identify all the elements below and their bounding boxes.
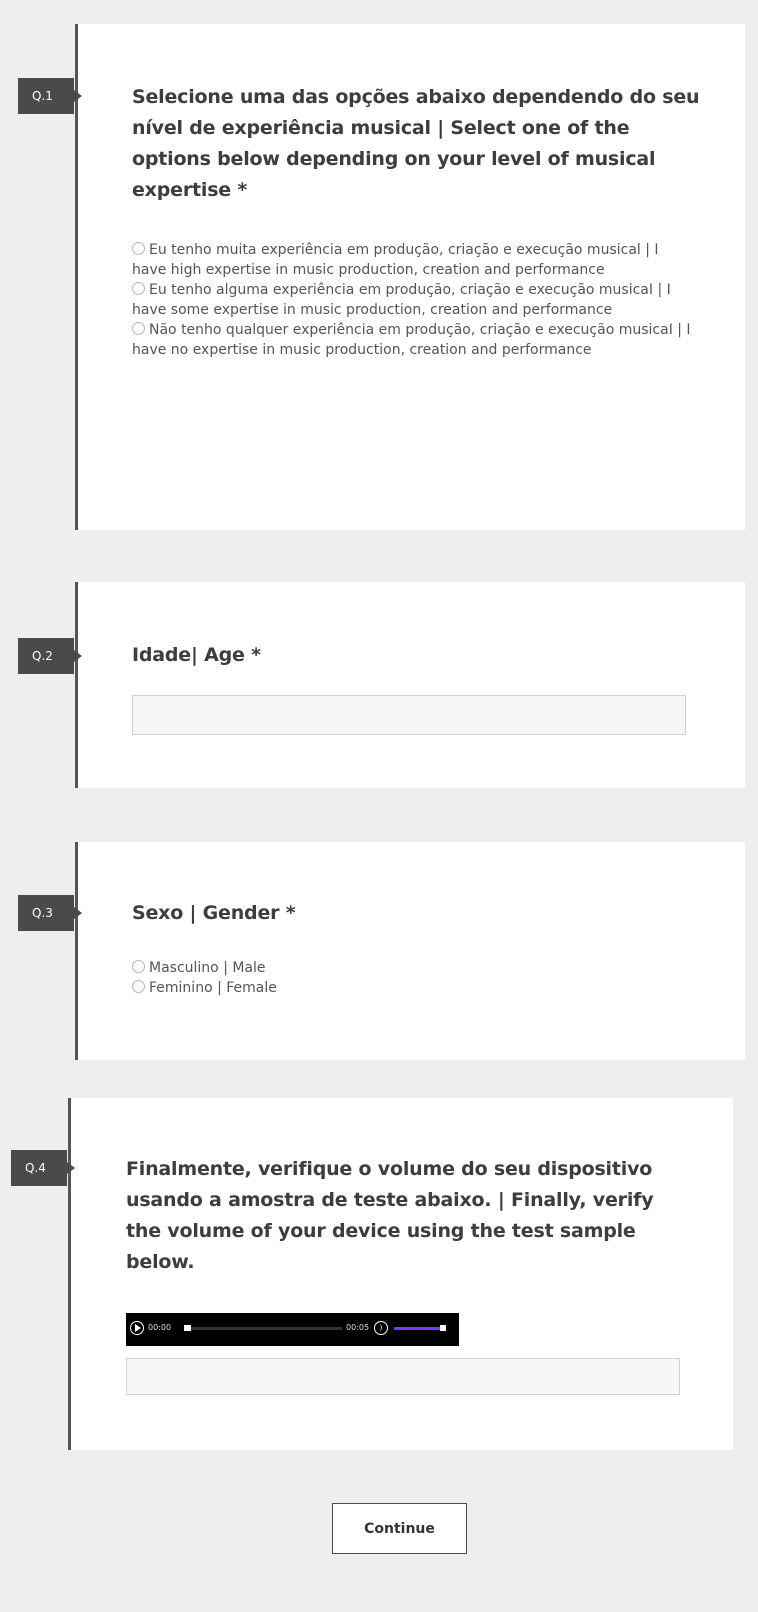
radio-button[interactable] [132, 322, 145, 335]
audio-player: 00:00 00:05 ) [126, 1313, 459, 1346]
progress-thumb[interactable] [184, 1325, 191, 1331]
radio-button[interactable] [132, 242, 145, 255]
option-male[interactable]: Masculino | Male [132, 958, 532, 978]
radio-button[interactable] [132, 282, 145, 295]
sample-response-input[interactable] [126, 1358, 680, 1395]
question-card-3 [75, 842, 745, 1060]
option-list-3: Masculino | Male Feminino | Female [132, 958, 532, 998]
option-label: Não tenho qualquer experiência em produç… [132, 322, 691, 358]
volume-icon[interactable]: ) [374, 1321, 388, 1335]
option-label: Masculino | Male [149, 960, 266, 976]
option-high-expertise[interactable]: Eu tenho muita experiência em produção, … [132, 240, 692, 280]
option-label: Eu tenho muita experiência em produção, … [132, 242, 659, 278]
radio-button[interactable] [132, 980, 145, 993]
question-title-2: Idade| Age * [132, 644, 261, 666]
question-title-4: Finalmente, verifique o volume do seu di… [126, 1158, 654, 1273]
duration: 00:05 [346, 1323, 370, 1332]
option-female[interactable]: Feminino | Female [132, 978, 532, 998]
question-tag-3: Q.3 [18, 895, 82, 931]
question-card-2 [75, 582, 745, 788]
volume-slider[interactable] [394, 1327, 440, 1330]
radio-button[interactable] [132, 960, 145, 973]
question-tag-4: Q.4 [11, 1150, 75, 1186]
question-tag-1: Q.1 [18, 78, 82, 114]
question-tag-2: Q.2 [18, 638, 82, 674]
option-no-expertise[interactable]: Não tenho qualquer experiência em produç… [132, 320, 692, 360]
option-label: Eu tenho alguma experiência em produção,… [132, 282, 671, 318]
option-some-expertise[interactable]: Eu tenho alguma experiência em produção,… [132, 280, 692, 320]
play-icon[interactable] [130, 1321, 144, 1335]
continue-button[interactable]: Continue [332, 1503, 467, 1554]
current-time: 00:00 [148, 1323, 172, 1332]
question-title-3: Sexo | Gender * [132, 902, 296, 924]
option-list-1: Eu tenho muita experiência em produção, … [132, 240, 692, 360]
age-input[interactable] [132, 695, 686, 735]
option-label: Feminino | Female [149, 980, 277, 996]
progress-track[interactable] [184, 1327, 342, 1330]
volume-thumb[interactable] [440, 1325, 446, 1331]
question-title-1: Selecione uma das opções abaixo dependen… [132, 86, 700, 201]
